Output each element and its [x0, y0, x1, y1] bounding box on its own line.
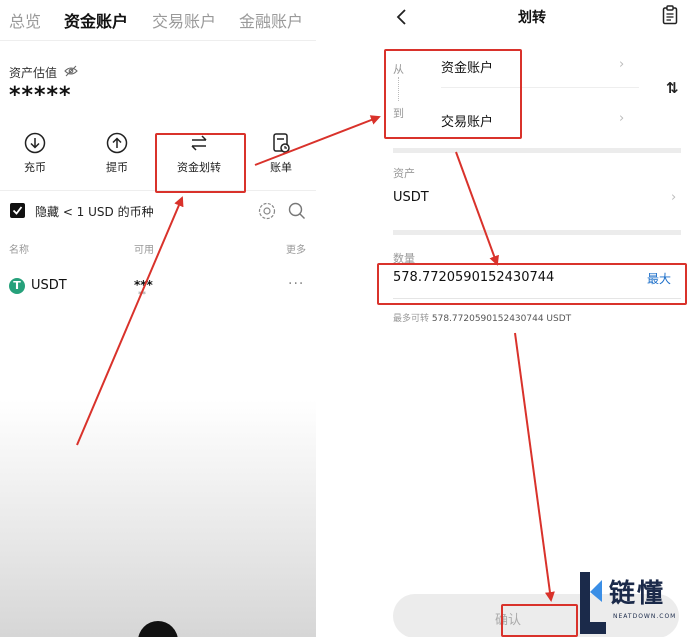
watermark-brand-en: NEATDOWN.COM: [613, 613, 677, 620]
max-transferable-label: 最多可转: [393, 314, 430, 324]
deposit-button[interactable]: 充币: [7, 132, 63, 175]
coin-row-usdt[interactable]: T USDT *** ** ···: [9, 276, 309, 300]
asset-estimate-label: 资产估值: [9, 66, 58, 80]
max-transferable-value: 578.7720590152430744 USDT: [431, 314, 572, 324]
download-icon: [24, 132, 46, 154]
column-name: 名称: [9, 245, 29, 256]
hide-small-label: 隐藏 < 1 USD 的币种: [35, 205, 154, 219]
deposit-label: 充币: [24, 161, 46, 174]
hide-small-balances-row: 隐藏 < 1 USD 的币种: [10, 202, 310, 220]
more-options-icon[interactable]: ···: [288, 276, 304, 292]
upload-icon: [106, 132, 128, 154]
bill-button[interactable]: 账单: [253, 132, 309, 175]
coin-symbol: USDT: [31, 278, 67, 293]
eye-hidden-icon[interactable]: [64, 65, 78, 77]
tabs-divider: [0, 40, 316, 41]
record-icon[interactable]: [662, 5, 678, 25]
balance-masked: *****: [9, 83, 72, 108]
bottom-fade: [0, 400, 316, 637]
hide-small-checkbox[interactable]: [10, 203, 25, 218]
withdraw-button[interactable]: 提币: [89, 132, 145, 175]
checkmark-icon: [12, 206, 23, 215]
max-transferable: 最多可转 578.7720590152430744 USDT: [393, 311, 571, 324]
section-divider: [393, 148, 681, 153]
funding-account-screen: 总览 资金账户 交易账户 金融账户 资产估值 ***** 充币 提币 资金划转: [0, 0, 316, 637]
coin-available-sub-masked: **: [138, 290, 146, 299]
tab-financial-account[interactable]: 金融账户: [239, 8, 303, 32]
small-asset-convert-icon[interactable]: [258, 202, 276, 220]
l-logo-icon: [580, 572, 606, 634]
column-available: 可用: [134, 245, 154, 256]
highlight-fund-transfer: [155, 133, 246, 193]
bill-label: 账单: [270, 161, 292, 174]
page-title: 划转: [518, 10, 546, 26]
search-icon[interactable]: [288, 202, 306, 220]
swap-accounts-icon[interactable]: ⇅: [666, 79, 678, 97]
watermark-brand-cn: 链懂: [609, 579, 666, 609]
highlight-account-selector: [384, 49, 522, 139]
column-more: 更多: [286, 245, 306, 256]
tether-icon: T: [9, 278, 25, 294]
bill-icon: [273, 133, 290, 153]
chevron-right-icon[interactable]: ›: [619, 57, 624, 72]
account-tabs: 总览 资金账户 交易账户 金融账户: [0, 8, 316, 34]
asset-select[interactable]: USDT: [393, 190, 429, 205]
highlight-quantity: [377, 263, 687, 305]
tab-trading-account[interactable]: 交易账户: [152, 8, 216, 32]
highlight-confirm: [501, 604, 578, 637]
tab-funding-account[interactable]: 资金账户: [64, 8, 128, 32]
watermark-logo: 链懂 NEATDOWN.COM: [573, 567, 691, 637]
chevron-right-icon[interactable]: ›: [619, 111, 624, 126]
withdraw-label: 提币: [106, 161, 128, 174]
tab-overview[interactable]: 总览: [9, 8, 41, 32]
chevron-right-icon[interactable]: ›: [671, 190, 676, 205]
asset-label: 资产: [393, 167, 415, 180]
section-divider: [393, 230, 681, 235]
